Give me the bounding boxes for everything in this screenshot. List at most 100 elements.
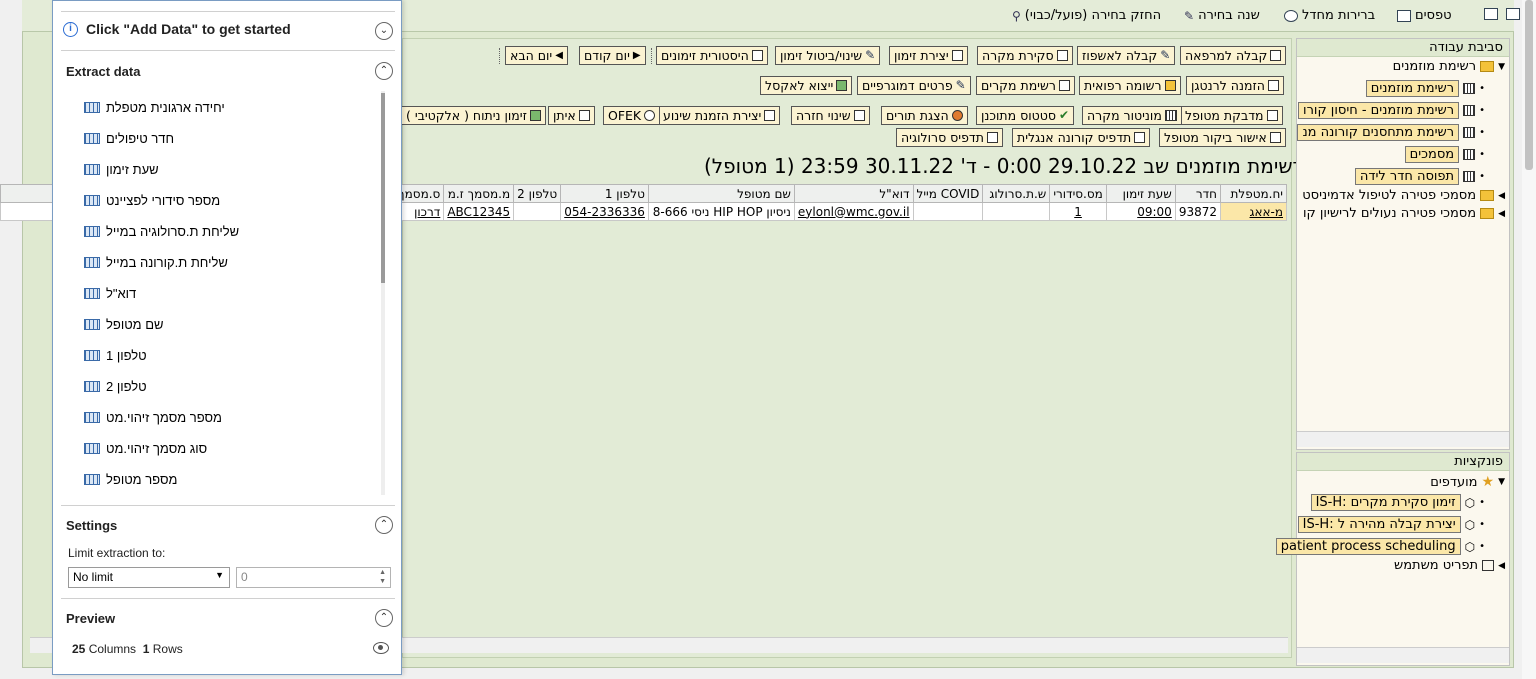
corona-english-print-button[interactable]: תדפיס קורונה אנגלית — [1012, 128, 1151, 147]
field-item[interactable]: מספר סידורי לפציינט — [84, 193, 220, 208]
spinner-icon[interactable]: ▲ ▼ — [379, 568, 386, 586]
case-review-button[interactable]: סקירת מקרה — [977, 46, 1073, 65]
change-selection-menu[interactable]: ✎ שנה בחירה — [1184, 8, 1260, 23]
cell-unit[interactable]: מ-אאג — [1220, 202, 1287, 221]
chevron-down-icon[interactable]: ⌄ — [375, 22, 393, 40]
case-list-button[interactable]: רשימת מקרים — [976, 76, 1075, 95]
column-header[interactable]: מ.מסמך ז.מ — [443, 184, 515, 203]
chevron-up-icon[interactable]: ⌃ — [375, 516, 393, 534]
field-item[interactable]: שעת זימון — [84, 162, 159, 177]
appointment-history-button[interactable]: היסטורית זימונים — [656, 46, 768, 65]
cell-email[interactable]: eylonl@wmc.gov.il — [793, 202, 914, 221]
hold-selection-menu[interactable]: ⚲ החזק בחירה (פועל/כבוי) — [1012, 8, 1161, 23]
next-day-button[interactable]: ◀ יום הבא — [505, 46, 568, 65]
tree-folder-1[interactable]: ◀ מסמכי פטירה לטיפול אדמיניסט — [1302, 188, 1505, 203]
column-header[interactable]: שם מטופל — [647, 184, 795, 203]
function-item-0[interactable]: • ⬡ IS-H: זימון סקירת מקרים — [1310, 494, 1485, 511]
show-queues-button[interactable]: הצגת תורים — [881, 106, 968, 125]
field-item[interactable]: שליחת ת.סרולוגיה במייל — [84, 224, 239, 239]
field-item[interactable]: שם מטופל — [84, 317, 164, 332]
panel-horizontal-scrollbar[interactable] — [1297, 431, 1509, 447]
cell-phone1[interactable]: 054-2336336 — [560, 202, 649, 221]
cell-doc-number-text[interactable]: ABC12345 — [447, 205, 510, 219]
user-menu-folder[interactable]: ◀ תפריט משתמש — [1394, 558, 1505, 573]
tree-item-label[interactable]: תפוסה חדר לידה — [1354, 168, 1460, 185]
limit-number-input[interactable]: 0 ▲ ▼ — [236, 567, 391, 588]
create-appointment-button[interactable]: יצירת זימון — [889, 46, 968, 65]
export-excel-button[interactable]: ייצוא לאקסל — [760, 76, 853, 95]
eitan-button[interactable]: איתן — [548, 106, 595, 125]
column-header[interactable]: ש.ת.סרולוג — [982, 184, 1051, 203]
column-header[interactable]: יח.מטפלת — [1220, 184, 1287, 203]
tree-item-1[interactable]: • רשימת מוזמנים - חיסון קורו — [1298, 102, 1485, 119]
tree-item-4[interactable]: • תפוסה חדר לידה — [1354, 168, 1485, 185]
function-item-label[interactable]: IS-H: יצירת קבלה מהירה ל — [1297, 516, 1461, 533]
previous-day-button[interactable]: ▶ יום קודם — [579, 46, 646, 65]
field-item[interactable]: יחידה ארגונית מטפלת — [84, 100, 225, 115]
tree-item-0[interactable]: • רשימת מוזמנים — [1365, 80, 1485, 97]
function-item-label[interactable]: IS-H: זימון סקירת מקרים — [1310, 494, 1461, 511]
eye-icon[interactable] — [373, 642, 389, 654]
visit-approval-button[interactable]: אישור ביקור מטופל — [1159, 128, 1286, 147]
column-header[interactable]: מס.סידורי — [1049, 184, 1107, 203]
tree-item-label[interactable]: רשימת מתחסנים קורונה מנ — [1297, 124, 1460, 141]
medical-record-button[interactable]: רשומה רפואית — [1079, 76, 1181, 95]
function-item-label[interactable]: patient process scheduling — [1275, 538, 1461, 555]
forms-menu[interactable]: טפסים — [1397, 8, 1452, 23]
tree-item-2[interactable]: • רשימת מתחסנים קורונה מנ — [1297, 124, 1485, 141]
clinic-admission-button[interactable]: קבלה למרפאה — [1180, 46, 1287, 65]
change-cancel-appointment-button[interactable]: ✎ שינוי/ביטול זימון — [775, 46, 881, 65]
favorites-folder[interactable]: ▼ ★ מועדפים — [1430, 474, 1505, 490]
cell-doc-type-text[interactable]: דרכון — [414, 205, 440, 219]
field-item[interactable]: שליחת ת.קורונה במייל — [84, 255, 228, 270]
field-item[interactable]: מספר מסמך זיהוי.מט — [84, 410, 222, 425]
serology-print-button[interactable]: תדפיס סרולוגיה — [896, 128, 1003, 147]
cell-unit-text[interactable]: מ-אאג — [1250, 205, 1283, 219]
field-item[interactable]: סוג מסמך זיהוי.מט — [84, 441, 207, 456]
cell-serial-text[interactable]: 1 — [1074, 205, 1082, 219]
column-header[interactable]: טלפון 2 — [513, 184, 562, 203]
fields-scroll-thumb[interactable] — [381, 93, 385, 283]
cell-doc-number[interactable]: ABC12345 — [443, 202, 515, 221]
column-header[interactable]: שעת זימון — [1105, 184, 1176, 203]
create-transport-order-button[interactable]: יצירת הזמנת שינוע — [658, 106, 781, 125]
column-header[interactable]: חדר — [1174, 184, 1222, 203]
field-item[interactable]: מספר מטופל — [84, 472, 177, 487]
refresh-button[interactable] — [1484, 8, 1498, 20]
column-header[interactable]: דוא"ל — [793, 184, 914, 203]
hospital-admission-button[interactable]: ✎ קבלה לאשפוז — [1077, 46, 1176, 65]
cell-email-text[interactable]: eylonl@wmc.gov.il — [798, 205, 910, 219]
cell-serial[interactable]: 1 — [1049, 202, 1107, 221]
tree-item-label[interactable]: רשימת מוזמנים - חיסון קורו — [1298, 102, 1460, 119]
change-return-button[interactable]: שינוי חזרה — [791, 106, 870, 125]
tree-item-label[interactable]: רשימת מוזמנים — [1365, 80, 1460, 97]
cell-time[interactable]: 09:00 — [1105, 202, 1176, 221]
ofek-button[interactable]: OFEK — [603, 106, 661, 125]
cell-time-text[interactable]: 09:00 — [1137, 205, 1172, 219]
field-item[interactable]: דוא"ל — [84, 286, 136, 301]
surgery-scheduling-button[interactable]: זימון ניתוח ( אלקטיבי ) — [401, 106, 546, 125]
patient-sticker-button[interactable]: מדבקת מטופל — [1180, 106, 1283, 125]
column-header[interactable]: COVID מייל — [912, 184, 984, 203]
field-item[interactable]: טלפון 1 — [84, 348, 147, 363]
demographic-details-button[interactable]: ✎ פרטים דמוגרפיים — [857, 76, 971, 95]
cell-phone1-text[interactable]: 054-2336336 — [564, 205, 645, 219]
xray-order-button[interactable]: הזמנה לרנטגן — [1186, 76, 1284, 95]
layout-button[interactable] — [1506, 8, 1520, 20]
scrollbar-thumb[interactable] — [1525, 0, 1533, 170]
defaults-menu[interactable]: ברירות מחדל — [1284, 8, 1375, 23]
tree-folder-2[interactable]: ◀ מסמכי פטירה נעולים לרישיון קו — [1303, 206, 1505, 221]
tree-item-3[interactable]: • מסמכים — [1404, 146, 1485, 163]
field-item[interactable]: טלפון 2 — [84, 379, 147, 394]
function-item-1[interactable]: • ⬡ IS-H: יצירת קבלה מהירה ל — [1297, 516, 1485, 533]
field-item[interactable]: חדר טיפולים — [84, 131, 174, 146]
planned-status-button[interactable]: ✔ סטטוס מתוכנן — [976, 106, 1075, 125]
case-monitor-button[interactable]: מוניטור מקרה — [1082, 106, 1182, 125]
panel-horizontal-scrollbar[interactable] — [1297, 647, 1509, 663]
chevron-up-icon[interactable]: ⌃ — [375, 609, 393, 627]
window-vertical-scrollbar[interactable] — [1522, 0, 1536, 679]
function-item-2[interactable]: • ⬡ patient process scheduling — [1275, 538, 1485, 555]
tree-item-label[interactable]: מסמכים — [1404, 146, 1460, 163]
tree-folder-appointments[interactable]: ▼ רשימת מוזמנים — [1393, 59, 1505, 74]
limit-select[interactable]: No limit ▼ — [68, 567, 230, 588]
